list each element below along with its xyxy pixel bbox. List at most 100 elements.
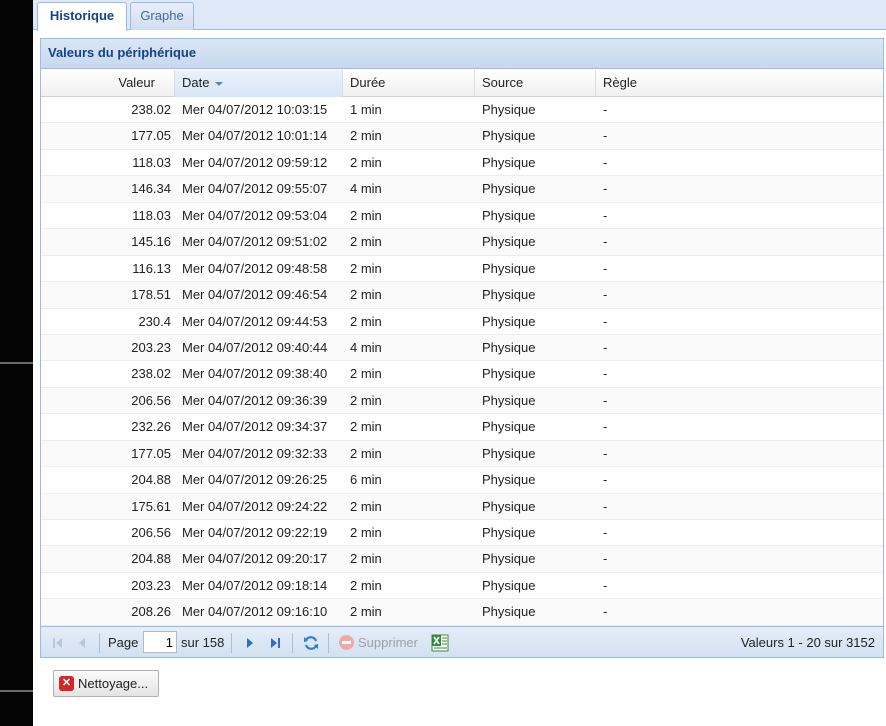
cell-valeur: 118.03 [132,154,171,170]
table-row[interactable]: 118.03 Mer 04/07/2012 09:59:12 2 min Physiq… [41,150,883,177]
cell-regle: - [603,419,608,435]
cell-duree: 2 min [350,392,382,408]
table-row[interactable]: 177.05 Mer 04/07/2012 09:32:33 2 min Physiq… [41,440,883,468]
sort-desc-icon [215,81,224,86]
cell-date: Mer 04/07/2012 09:24:22 [182,498,328,514]
cell-duree: 6 min [350,472,382,488]
cell-date: Mer 04/07/2012 09:32:33 [182,445,328,461]
next-page-icon[interactable] [242,635,258,651]
splitter-grip[interactable] [0,690,33,692]
grid-header: Valeur Date Durée Source Règle [41,70,883,97]
table-row[interactable]: 206.56 Mer 04/07/2012 09:36:39 2 min Physiq… [41,387,883,415]
cell-date: Mer 04/07/2012 10:01:14 [182,128,328,144]
cell-regle: - [603,604,608,620]
cell-valeur: 203.23 [131,577,171,593]
cell-regle: - [603,102,608,117]
delete-button[interactable]: Supprimer [339,627,418,658]
cell-valeur: 177.05 [131,445,171,461]
cell-regle: - [603,577,608,593]
column-header-date[interactable]: Date [175,70,343,97]
cell-source: Physique [482,260,536,276]
cell-valeur: 116.13 [132,260,171,276]
table-row[interactable]: 208.26 Mer 04/07/2012 09:16:10 2 min Physiq… [41,599,883,626]
table-row[interactable]: 203.23 Mer 04/07/2012 09:18:14 2 min Physiq… [41,573,883,600]
last-page-icon[interactable] [267,635,283,651]
cell-regle: - [603,498,608,514]
column-header-source[interactable]: Source [475,70,596,97]
table-row[interactable]: 204.88 Mer 04/07/2012 09:20:17 2 min Physiq… [41,546,883,573]
tab-bar: Historique Graphe [33,0,886,31]
table-row[interactable]: 203.23 Mer 04/07/2012 09:40:44 4 min Physiq… [41,334,883,362]
cell-valeur: 206.56 [131,525,171,540]
cell-date: Mer 04/07/2012 09:26:25 [182,472,328,488]
cell-regle: - [603,551,608,567]
cell-date: Mer 04/07/2012 09:46:54 [182,287,328,303]
cell-date: Mer 04/07/2012 09:22:19 [182,525,328,540]
table-row[interactable]: 238.02 Mer 04/07/2012 10:03:15 1 min Physiq… [41,97,883,124]
cell-source: Physique [482,604,536,620]
table-row[interactable]: 146.34 Mer 04/07/2012 09:55:07 4 min Physiq… [41,176,883,203]
page-number-input[interactable] [143,631,177,653]
refresh-icon[interactable] [303,635,319,651]
cell-duree: 2 min [350,154,382,170]
cell-date: Mer 04/07/2012 09:55:07 [182,181,328,197]
cell-source: Physique [482,551,536,567]
table-row[interactable]: 145.16 Mer 04/07/2012 09:51:02 2 min Physiq… [41,229,883,256]
cell-date: Mer 04/07/2012 10:03:15 [182,102,328,117]
cell-duree: 2 min [350,128,382,144]
column-header-label: Durée [350,75,386,90]
paging-toolbar: Page sur 158 Supprimer Valeurs 1 - 20 su… [41,626,883,657]
splitter-grip[interactable] [0,362,33,364]
table-row[interactable]: 232.26 Mer 04/07/2012 09:34:37 2 min Physiq… [41,414,883,441]
cell-duree: 2 min [350,419,382,435]
table-row[interactable]: 178.51 Mer 04/07/2012 09:46:54 2 min Physiq… [41,282,883,309]
grid-body: 238.02 Mer 04/07/2012 10:03:15 1 min Physiq… [41,97,883,626]
cell-valeur: 238.02 [131,102,171,117]
cell-regle: - [603,472,608,488]
table-row[interactable]: 206.56 Mer 04/07/2012 09:22:19 2 min Physiq… [41,520,883,547]
cell-source: Physique [482,525,536,540]
cell-duree: 1 min [350,102,382,117]
column-header-valeur[interactable]: Valeur [41,70,175,97]
column-header-duree[interactable]: Durée [343,70,475,97]
panel-title: Valeurs du périphérique [41,39,883,69]
table-row[interactable]: 177.05 Mer 04/07/2012 10:01:14 2 min Physiq… [41,123,883,150]
cell-date: Mer 04/07/2012 09:16:10 [182,604,328,620]
cell-valeur: 230.4 [138,313,171,329]
cell-duree: 2 min [350,445,382,461]
cell-source: Physique [482,181,536,197]
cell-source: Physique [482,498,536,514]
cell-regle: - [603,154,608,170]
excel-export-icon[interactable] [431,634,449,652]
table-row[interactable]: 175.61 Mer 04/07/2012 09:24:22 2 min Physiq… [41,493,883,520]
cell-regle: - [603,366,608,382]
tab-historique[interactable]: Historique [37,2,127,31]
cell-regle: - [603,181,608,197]
cell-source: Physique [482,128,536,144]
cell-date: Mer 04/07/2012 09:44:53 [182,313,328,329]
cell-date: Mer 04/07/2012 09:53:04 [182,207,328,223]
table-row[interactable]: 230.4 Mer 04/07/2012 09:44:53 2 min Physiqu… [41,309,883,335]
cell-duree: 2 min [350,366,382,382]
tab-graphe[interactable]: Graphe [130,2,194,30]
table-row[interactable]: 118.03 Mer 04/07/2012 09:53:04 2 min Physiq… [41,203,883,230]
first-page-icon[interactable] [50,635,66,651]
cell-valeur: 238.02 [131,366,171,382]
toolbar-separator [292,633,293,653]
cell-regle: - [603,313,608,329]
cell-duree: 4 min [350,339,382,355]
cell-valeur: 204.88 [131,551,171,567]
table-row[interactable]: 238.02 Mer 04/07/2012 09:38:40 2 min Physiq… [41,361,883,388]
cell-source: Physique [482,445,536,461]
cleanup-button[interactable]: ✕ Nettoyage... [53,670,159,697]
prev-page-icon[interactable] [74,635,90,651]
table-row[interactable]: 116.13 Mer 04/07/2012 09:48:58 2 min Physiq… [41,256,883,283]
cell-source: Physique [482,154,536,170]
column-header-label: Source [482,75,524,90]
cell-duree: 2 min [350,260,382,276]
page-total-label: sur 158 [181,635,225,650]
device-values-panel: Valeurs du périphérique Valeur Date Duré… [40,38,884,658]
cell-date: Mer 04/07/2012 09:51:02 [182,234,328,250]
table-row[interactable]: 204.88 Mer 04/07/2012 09:26:25 6 min Physiq… [41,467,883,494]
column-header-regle[interactable]: Règle [596,70,883,97]
